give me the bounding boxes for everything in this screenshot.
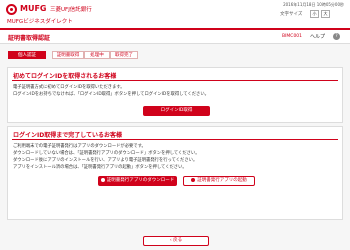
- mufg-logo-icon: [6, 4, 17, 15]
- step-personal-auth: 個人認証: [8, 51, 46, 59]
- font-size-small-button[interactable]: 小: [310, 10, 319, 18]
- first-time-line: 電子証明書方式に初めてログインIDを取得いただきます。: [13, 85, 125, 90]
- step-processing: 処理中: [84, 51, 110, 59]
- back-button[interactable]: ‹ 戻る: [143, 236, 209, 246]
- existing-user-line: アプリをインストール済の場合は、「証明書発行アプリの起動」ボタンを押してください…: [13, 165, 187, 170]
- screen-id: BIMC001: [282, 34, 303, 39]
- existing-user-panel: ログインID取得まで完了しているお客様 ご利用端末での電子証明書発行はアプリのダ…: [7, 126, 343, 220]
- step-cert-acquire: 証明書取得: [52, 51, 84, 59]
- download-icon: [100, 177, 105, 182]
- help-icon[interactable]: ?: [333, 33, 340, 40]
- first-time-panel: 初めてログインIDを取得されるお客様 電子証明書方式に初めてログインIDを取得い…: [7, 67, 343, 123]
- first-time-line: ログインIDをお持ちでなければ、「ログインID取得」ボタンを押してログインIDを…: [13, 92, 209, 97]
- font-size-large-button[interactable]: 大: [321, 10, 330, 18]
- first-time-title: 初めてログインIDを取得されるお客様: [13, 73, 117, 80]
- existing-user-line: ご利用端末での電子証明書発行はアプリのダウンロードが必要です。: [13, 144, 146, 149]
- step-complete: 取得完了: [110, 51, 138, 59]
- existing-user-title: ログインID取得まで完了しているお客様: [13, 132, 123, 139]
- divider: [12, 139, 338, 140]
- launch-app-button[interactable]: 証明書発行アプリの起動: [183, 176, 255, 186]
- page-title: 証明書取得認証: [8, 35, 51, 42]
- back-label: 戻る: [173, 238, 183, 243]
- launch-app-label: 証明書発行アプリの起動: [197, 178, 247, 183]
- datetime: 2016年11月18日 10時05分00秒: [283, 2, 344, 7]
- header: MUFG 三菱UFJ信託銀行 MUFGビジネスダイレクト 2016年11月18日…: [0, 0, 350, 28]
- existing-user-line: ダウンロードしていない場合は、「証明書発行アプリのダウンロード」ボタンを押してく…: [13, 151, 200, 156]
- titlebar: 証明書取得認証 BIMC001 ヘルプ ?: [0, 28, 350, 44]
- bank-name: 三菱UFJ信託銀行: [50, 7, 92, 13]
- launch-icon: [191, 177, 196, 182]
- existing-user-line: ダウンロード後にアプリのインストールを行い、アプリより電子証明書発行を行ってくだ…: [13, 158, 198, 163]
- font-size-label: 文字サイズ: [280, 12, 303, 17]
- logo-text: MUFG: [20, 4, 47, 13]
- download-app-button[interactable]: 証明書発行アプリのダウンロード: [98, 176, 177, 186]
- login-id-acquire-button[interactable]: ログインID取得: [143, 106, 210, 116]
- help-link[interactable]: ヘルプ: [310, 33, 325, 40]
- divider: [12, 80, 338, 81]
- download-app-label: 証明書発行アプリのダウンロード: [106, 178, 175, 183]
- service-name: MUFGビジネスダイレクト: [7, 19, 73, 25]
